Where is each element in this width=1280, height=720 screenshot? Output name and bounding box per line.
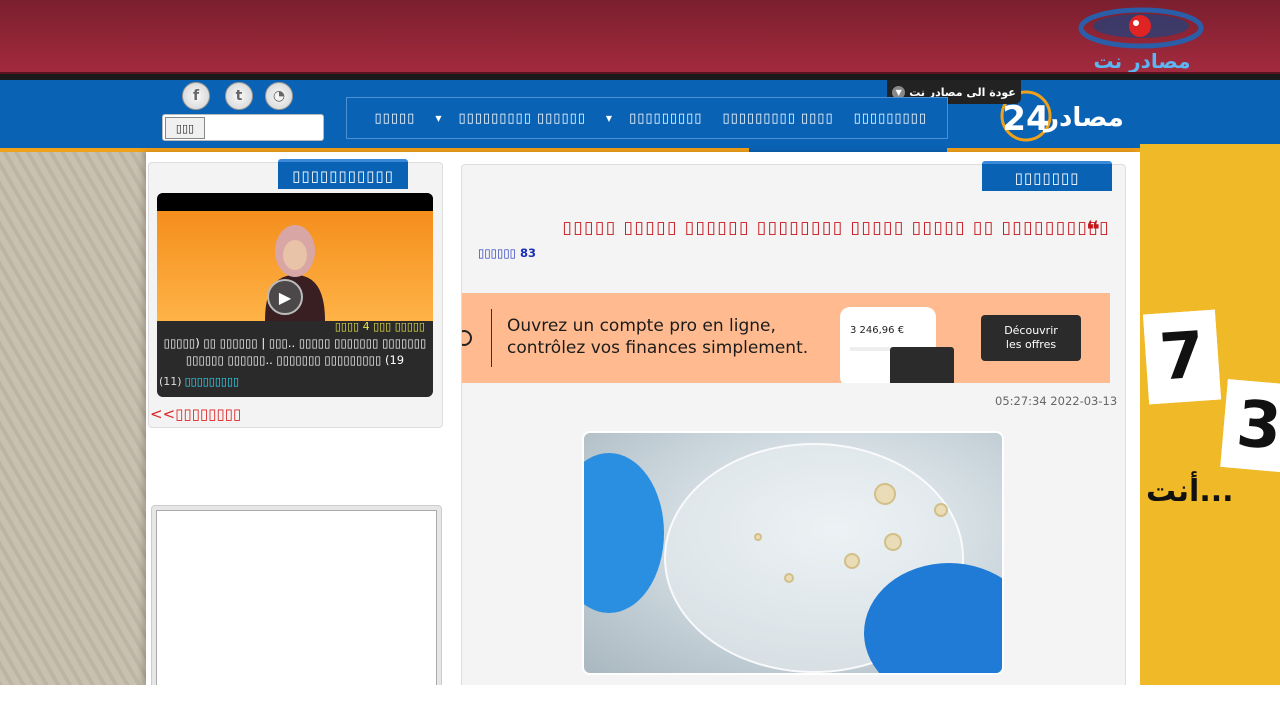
ad-logo-icon [462, 330, 472, 346]
ad-cta-line-1: Découvrir [1004, 324, 1058, 337]
left-background-pattern [0, 152, 146, 720]
nav-item-label: ▯▯▯▯▯▯▯▯▯ ▯▯▯▯▯▯ [458, 110, 586, 126]
nav-item-1[interactable]: ▯▯▯▯▯▯▯▯▯ [844, 111, 937, 126]
right-skyscraper-ad[interactable]: 7 3 أنت... [1140, 144, 1280, 720]
ad-caption: أنت... [1146, 474, 1234, 509]
article-title[interactable]: ▯▯▯▯▯▯▯▯▯▯ ▯▯ ▯▯▯▯▯ ▯▯▯▯▯ ▯▯▯▯▯▯▯▯ ▯▯▯▯▯… [540, 218, 1110, 238]
banner-ad[interactable]: Ouvrez un compte pro en ligne, contrôlez… [462, 293, 1110, 383]
ad-tile-2: 3 [1220, 379, 1280, 473]
video-meta: (11) ▯▯▯▯▯▯▯▯▯ [159, 375, 239, 388]
article-image[interactable] [582, 431, 1004, 675]
site-logo[interactable]: مصادر نت [1066, 4, 1212, 73]
search-button[interactable]: ▯▯▯ [165, 117, 205, 139]
nav-item-5[interactable]: ▯▯▯▯▯ [365, 111, 426, 126]
video-duration: ▯▯▯▯ 4 ▯▯▯ ▯▯▯▯▯ [334, 320, 425, 333]
caret-down-icon: ▼ [605, 113, 614, 123]
rss-icon[interactable]: ◔ [265, 82, 293, 110]
main-logo-text: مصادر [1042, 103, 1124, 133]
video-category-link[interactable]: ▯▯▯▯▯▯▯▯▯ [185, 375, 239, 388]
ad-cta-line-2: les offres [1005, 338, 1057, 351]
ad-tile-1: 7 [1142, 309, 1222, 405]
nav-item-label: ▯▯▯▯▯▯▯▯▯ [629, 110, 703, 126]
facebook-icon[interactable]: f [182, 82, 210, 110]
ad-headline-1: Ouvrez un compte pro en ligne, [507, 316, 776, 336]
main-logo-number: 24 [1002, 99, 1049, 139]
main-nav: ▯▯▯▯▯▯▯▯▯ ▯▯▯▯▯▯▯▯▯ ▯▯▯▯ ▼ ▯▯▯▯▯▯▯▯▯ ▼ ▯▯▯… [346, 97, 948, 139]
article-timestamp: 05:27:34 2022-03-13 [995, 394, 1118, 408]
view-count: ▯▯▯▯▯▯ 83 [478, 246, 536, 260]
ad-headline-2: contrôlez vos finances simplement. [507, 338, 809, 358]
more-videos-link[interactable]: <<▯▯▯▯▯▯▯▯ [150, 405, 241, 423]
video-card[interactable]: ▶ ▯▯▯▯ 4 ▯▯▯ ▯▯▯▯▯ ▯▯▯▯▯▯▯ ▯▯▯▯▯▯▯ ▯▯▯▯▯… [157, 193, 433, 397]
ad-amount: 3 246,96 € [850, 325, 905, 336]
nav-item-label: ▯▯▯▯▯▯▯▯▯ ▯▯▯▯ [722, 110, 834, 126]
page-bottom [0, 685, 1280, 720]
nav-item-label: ▯▯▯▯▯▯▯▯▯ [853, 110, 927, 126]
nav-item-3[interactable]: ▼ ▯▯▯▯▯▯▯▯▯ [596, 111, 713, 126]
nav-item-4[interactable]: ▼ ▯▯▯▯▯▯▯▯▯ ▯▯▯▯▯▯ [425, 111, 596, 126]
sidebar-tab-title: ▯▯▯▯▯▯▯▯▯▯▯ [278, 159, 408, 189]
ad-cta-button[interactable]: Découvrir les offres [981, 315, 1081, 361]
ad-bank-card [890, 347, 954, 383]
video-count: (11) [159, 375, 182, 388]
twitter-icon[interactable]: t [225, 82, 253, 110]
play-icon[interactable]: ▶ [267, 279, 303, 315]
caret-down-icon: ▼ [435, 113, 443, 123]
nav-item-2[interactable]: ▯▯▯▯▯▯▯▯▯ ▯▯▯▯ [712, 111, 843, 126]
nav-item-label: ▯▯▯▯▯ [374, 110, 416, 126]
site-logo-text: مصادر نت [1093, 49, 1190, 72]
video-description[interactable]: ▯▯▯▯▯▯▯ ▯▯▯▯▯▯▯ ▯▯▯▯▯ ..▯▯▯ | ▯▯▯▯▯▯ ▯▯ … [161, 335, 429, 369]
article-tab-title: ▯▯▯▯▯▯▯ [982, 161, 1112, 191]
